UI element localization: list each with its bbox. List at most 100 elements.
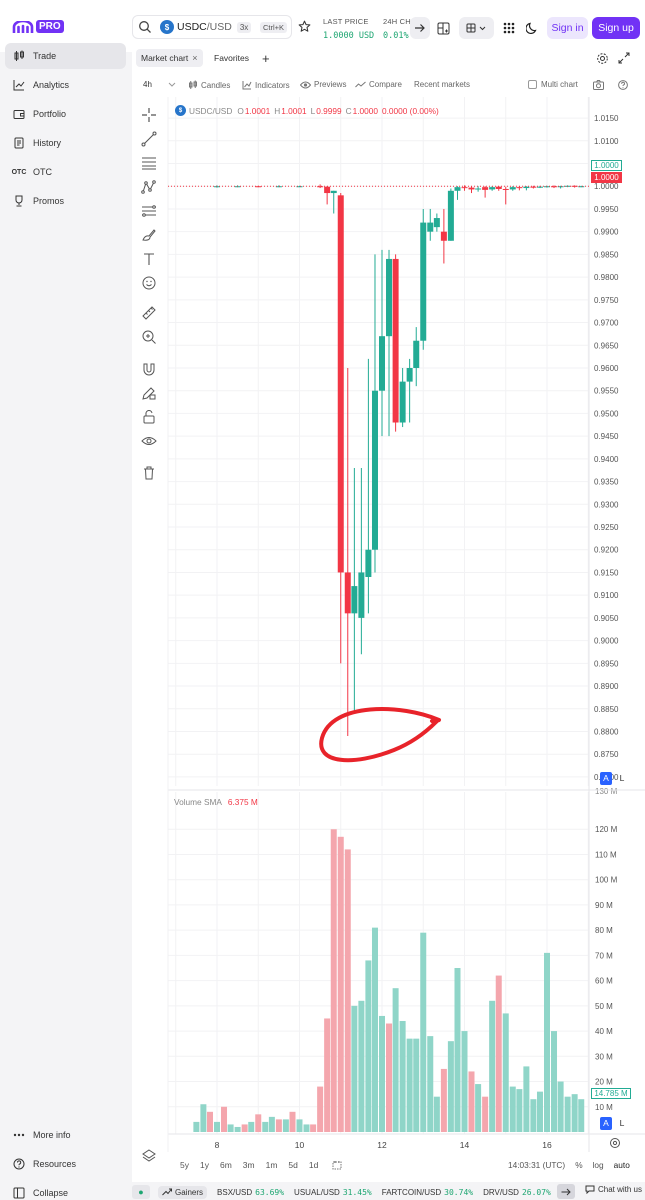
sidebar-item-trade[interactable]: Trade bbox=[5, 43, 126, 69]
range-3m[interactable]: 3m bbox=[243, 1160, 255, 1170]
sidebar-item-label: Promos bbox=[33, 196, 65, 206]
range-1d[interactable]: 1d bbox=[309, 1160, 318, 1170]
history-icon bbox=[13, 137, 25, 149]
legend-low: 0.9999 bbox=[316, 105, 342, 116]
price-tick-label: 0.9650 bbox=[594, 341, 619, 350]
candle-body bbox=[433, 218, 440, 228]
time-tick-label: 8 bbox=[215, 1140, 220, 1150]
legend-open: 1.0001 bbox=[244, 105, 271, 116]
price-tick-label: 0.9400 bbox=[594, 455, 619, 464]
candle-body bbox=[489, 187, 496, 190]
expand-stats-button[interactable] bbox=[410, 17, 430, 39]
kraken-pro-logo[interactable]: PRO bbox=[12, 20, 64, 33]
volume-bar bbox=[379, 1015, 385, 1132]
pair-label: USDC/USD bbox=[177, 21, 232, 33]
ellipsis-icon bbox=[13, 1129, 25, 1141]
chat-label: Chat with us bbox=[597, 1185, 642, 1194]
volume-bar bbox=[564, 1096, 571, 1132]
auto-scale-button-volume[interactable]: A bbox=[600, 1117, 612, 1130]
moon-icon bbox=[526, 22, 537, 34]
volume-bar bbox=[310, 1124, 317, 1132]
sidebar-item-promos[interactable]: Promos bbox=[5, 188, 126, 214]
range-1m[interactable]: 1m bbox=[266, 1160, 278, 1170]
range-1y[interactable]: 1y bbox=[200, 1160, 209, 1170]
volume-bar bbox=[440, 1068, 447, 1132]
volume-tick-label: 120 M bbox=[595, 825, 618, 834]
volume-bar bbox=[413, 1038, 420, 1132]
utc-clock: 14:03:31 (UTC) bbox=[508, 1160, 566, 1170]
favorite-star-icon[interactable] bbox=[298, 20, 311, 33]
last-price-value: 1.0000 USD bbox=[323, 31, 375, 41]
log-toggle[interactable]: log bbox=[593, 1160, 604, 1170]
volume-bar bbox=[502, 1013, 509, 1132]
price-tick-label: 0.9450 bbox=[594, 432, 619, 441]
last-price-stat: LAST PRICE 1.0000 USD bbox=[323, 17, 374, 41]
change-label: 24H CHA bbox=[383, 17, 411, 26]
sidebar-item-history[interactable]: History bbox=[5, 130, 126, 156]
volume-bar bbox=[509, 1086, 516, 1132]
price-tick-label: 0.9050 bbox=[594, 614, 619, 623]
sidebar-item-portfolio[interactable]: Portfolio bbox=[5, 101, 126, 127]
sidebar-item-analytics[interactable]: Analytics bbox=[5, 72, 126, 98]
ticker-next-button[interactable] bbox=[557, 1184, 575, 1199]
ticker-item[interactable]: USUAL/USD 31.45% bbox=[294, 1188, 372, 1197]
trend-up-icon bbox=[162, 1188, 172, 1196]
range-5d[interactable]: 5d bbox=[288, 1160, 297, 1170]
price-tick-label: 0.9350 bbox=[594, 478, 619, 487]
log-scale-button-volume[interactable]: L bbox=[616, 1117, 628, 1130]
candle-body bbox=[386, 258, 393, 337]
ask-price-tag: 1.0000 bbox=[591, 160, 622, 171]
legend-o-label: O bbox=[237, 105, 244, 116]
price-tick-label: 0.9600 bbox=[594, 364, 619, 373]
chat-button[interactable]: Chat with us bbox=[585, 1185, 642, 1194]
sign-in-button[interactable]: Sign in bbox=[547, 17, 588, 39]
ticker-item[interactable]: DRV/USD 26.07% bbox=[483, 1188, 551, 1197]
sidebar-item-otc[interactable]: OTC OTC bbox=[5, 159, 126, 185]
volume-bar bbox=[303, 1124, 310, 1132]
price-chart[interactable]: 1.01501.01001.00501.00000.99500.99000.98… bbox=[132, 42, 645, 1182]
sidebar-collapse[interactable]: Collapse bbox=[5, 1180, 126, 1200]
volume-tick-label: 10 M bbox=[595, 1103, 613, 1112]
range-6m[interactable]: 6m bbox=[220, 1160, 232, 1170]
market-search[interactable]: $ USDC/USD 3x Ctrl+K bbox=[132, 15, 292, 39]
candle-body bbox=[447, 190, 454, 241]
ticker-item[interactable]: FARTCOIN/USD 30.74% bbox=[382, 1188, 473, 1197]
volume-bar bbox=[206, 1111, 213, 1132]
sign-up-button[interactable]: Sign up bbox=[592, 17, 640, 39]
volume-bar bbox=[544, 952, 550, 1132]
sidebar-more-info[interactable]: More info bbox=[5, 1122, 126, 1148]
legend-c-label: C bbox=[345, 105, 352, 116]
candle-body bbox=[324, 186, 331, 194]
date-range-icon[interactable] bbox=[332, 1160, 342, 1170]
ticker-item[interactable]: BSX/USD 63.69% bbox=[217, 1188, 284, 1197]
layout-button[interactable] bbox=[433, 17, 453, 39]
price-tick-label: 0.8850 bbox=[594, 705, 619, 714]
candle-body bbox=[351, 586, 358, 614]
percent-toggle[interactable]: % bbox=[575, 1160, 582, 1170]
settings-icon[interactable] bbox=[609, 1137, 621, 1149]
candle-body bbox=[454, 187, 461, 191]
volume-bar bbox=[475, 1084, 482, 1132]
time-tick-label: 12 bbox=[377, 1140, 387, 1150]
auto-scale-button[interactable]: A bbox=[600, 772, 612, 785]
volume-tick-label: 30 M bbox=[595, 1052, 613, 1061]
sidebar-resources[interactable]: Resources bbox=[5, 1151, 126, 1177]
candle-body bbox=[502, 188, 509, 190]
candle-body bbox=[420, 222, 427, 341]
volume-bar bbox=[571, 1094, 578, 1132]
theme-toggle[interactable] bbox=[523, 17, 541, 39]
apps-grid-icon bbox=[503, 22, 515, 34]
candle-body bbox=[365, 549, 372, 577]
auto-toggle[interactable]: auto bbox=[614, 1160, 630, 1170]
volume-bar bbox=[344, 849, 351, 1132]
chart-panel: Market chart × Favorites + 4h Candles Ind… bbox=[132, 42, 645, 1182]
apps-button[interactable] bbox=[500, 17, 518, 39]
price-tick-label: 0.9750 bbox=[594, 296, 619, 305]
grid-layout-dropdown[interactable] bbox=[459, 17, 494, 39]
gainers-dropdown[interactable]: Gainers bbox=[158, 1185, 208, 1199]
price-tick-label: 0.8900 bbox=[594, 682, 619, 691]
log-scale-button[interactable]: L bbox=[616, 772, 628, 785]
volume-bar bbox=[296, 1119, 303, 1132]
range-5y[interactable]: 5y bbox=[180, 1160, 189, 1170]
volume-bar bbox=[468, 1071, 475, 1132]
